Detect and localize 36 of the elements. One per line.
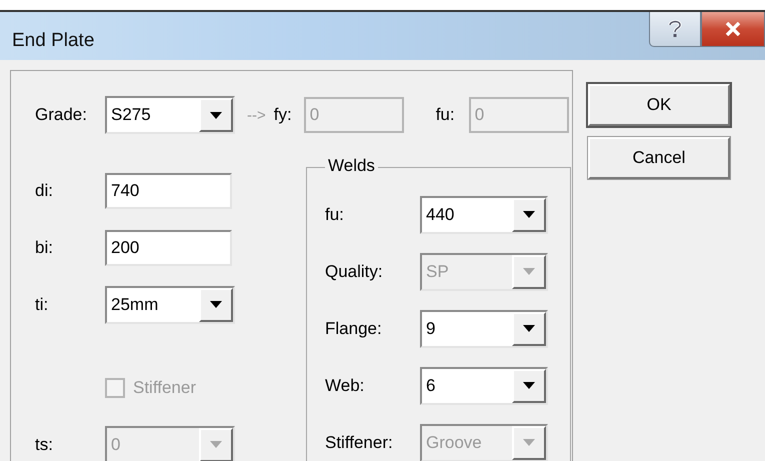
help-icon: [668, 19, 682, 39]
dropdown-arrow-icon: [523, 439, 535, 446]
dropdown[interactable]: 6: [420, 366, 548, 404]
dropdown[interactable]: 440: [420, 196, 548, 234]
field-label: ts:: [35, 434, 54, 454]
dropdown[interactable]: S275: [105, 96, 235, 134]
dropdown-arrow-icon: [210, 441, 222, 448]
field-label: bi:: [35, 238, 54, 258]
help-button[interactable]: [649, 12, 701, 47]
dropdown-arrow-icon: [210, 301, 222, 308]
field-label: fu:: [436, 105, 456, 125]
dropdown[interactable]: 25mm: [105, 286, 235, 324]
field-label: Grade:: [35, 105, 88, 125]
arrow-text: -->: [247, 106, 266, 124]
dialog-button[interactable]: Cancel: [588, 137, 730, 179]
dropdown-arrow-icon: [210, 112, 222, 118]
field-label: fy:: [274, 105, 292, 125]
dialog-button[interactable]: OK: [588, 84, 730, 126]
close-button[interactable]: [701, 12, 765, 47]
field-label: Web:: [325, 376, 366, 396]
field-label: Stiffener:: [325, 432, 394, 452]
checkbox-label: Stiffener: [133, 378, 196, 398]
field-label: ti:: [35, 294, 50, 314]
dropdown-arrow-icon: [523, 382, 535, 389]
input-field[interactable]: 200: [105, 230, 232, 266]
dropdown-arrow-icon: [523, 268, 535, 275]
dropdown-arrow-icon: [523, 211, 535, 218]
field-label: di:: [35, 180, 54, 200]
field-label: Quality:: [325, 262, 384, 282]
close-icon: [725, 22, 741, 36]
window-title: End Plate: [12, 30, 94, 52]
field-label: fu:: [325, 204, 345, 224]
dropdown[interactable]: 9: [420, 310, 548, 348]
field-label: Flange:: [325, 318, 383, 338]
input-field[interactable]: 740: [105, 172, 232, 208]
dropdown-arrow-icon: [523, 325, 535, 332]
